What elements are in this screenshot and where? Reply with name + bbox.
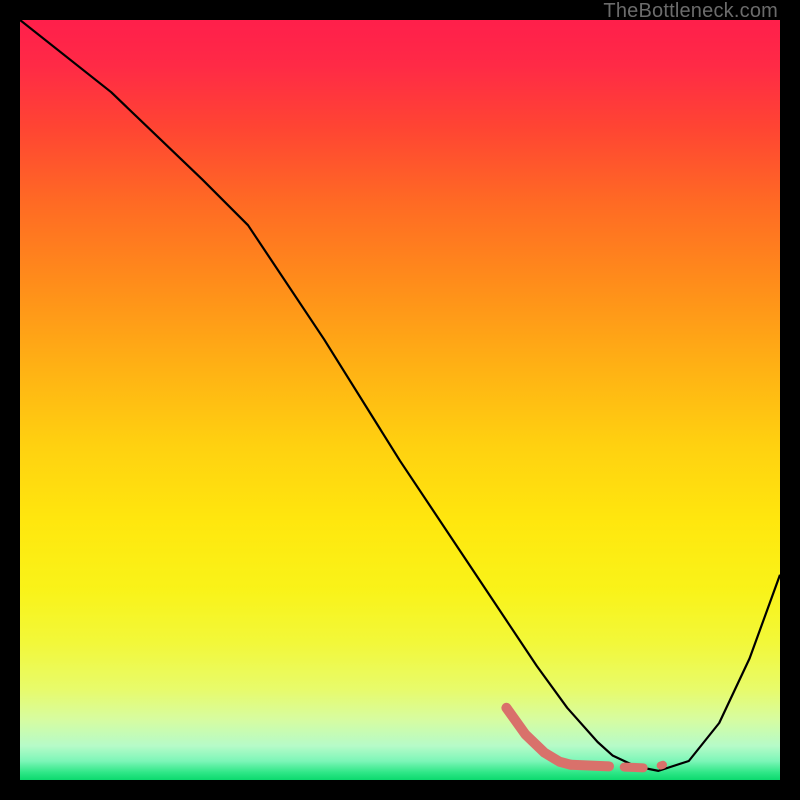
chart-background: [20, 20, 780, 780]
series-highlight-dash-1: [624, 767, 643, 768]
series-highlight-segment-2: [571, 765, 609, 767]
series-highlight-dot-1: [661, 765, 663, 766]
chart-canvas: [20, 20, 780, 780]
watermark-label: TheBottleneck.com: [603, 0, 778, 23]
